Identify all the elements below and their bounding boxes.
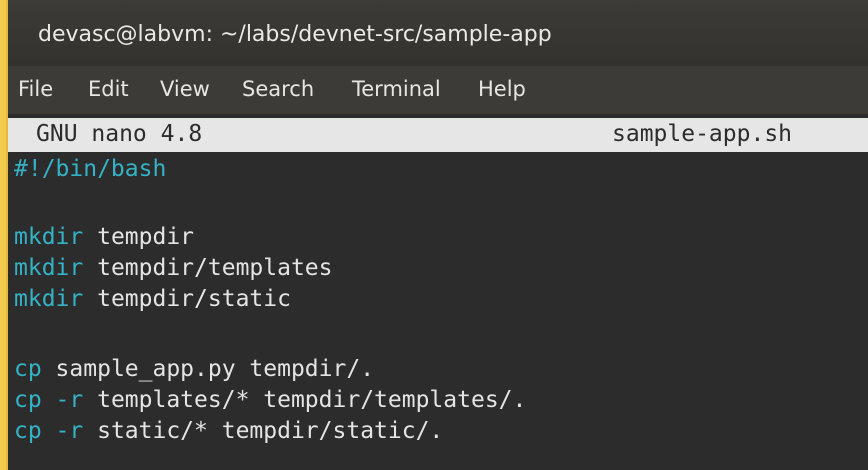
code-line: cp -r templates/* tempdir/templates/. [14, 385, 526, 415]
code-line: cp sample_app.py tempdir/. [14, 354, 374, 384]
code-line: mkdir tempdir [14, 222, 194, 252]
code-command: mkdir [14, 224, 84, 250]
menu-item-terminal[interactable]: Terminal [352, 77, 441, 101]
code-command: mkdir [14, 255, 84, 281]
menu-item-help[interactable]: Help [478, 77, 526, 101]
code-command: cp [14, 387, 42, 413]
code-args: templates/* tempdir/templates/. [83, 387, 527, 413]
terminal-window: devasc@labvm: ~/labs/devnet-src/sample-a… [6, 0, 868, 470]
nano-version: GNU nano 4.8 [36, 121, 203, 147]
menu-item-edit[interactable]: Edit [88, 77, 129, 101]
terminal-area[interactable]: GNU nano 4.8 sample-app.sh #!/bin/bash m… [8, 114, 868, 470]
code-line: mkdir tempdir/static [14, 284, 291, 314]
code-args: sample_app.py tempdir/. [41, 356, 375, 382]
code-flag: -r [41, 387, 84, 413]
nano-filename: sample-app.sh [612, 121, 793, 147]
code-args: tempdir/templates [83, 255, 333, 281]
code-command: mkdir [14, 286, 84, 312]
code-line: cp -r static/* tempdir/static/. [14, 416, 443, 446]
window-title: devasc@labvm: ~/labs/devnet-src/sample-a… [38, 22, 552, 47]
menu-bar: File Edit View Search Terminal Help [8, 66, 868, 114]
code-line: mkdir tempdir/templates [14, 253, 333, 283]
menu-item-file[interactable]: File [18, 77, 53, 101]
code-shebang-line: #!/bin/bash [14, 156, 167, 182]
code-args: tempdir/static [83, 286, 291, 312]
code-args: tempdir [83, 224, 195, 250]
code-command: cp [14, 356, 42, 382]
code-command: cp [14, 418, 42, 444]
nano-header-bar: GNU nano 4.8 sample-app.sh [8, 118, 868, 152]
code-flag: -r [41, 418, 84, 444]
code-args: static/* tempdir/static/. [83, 418, 444, 444]
window-titlebar[interactable]: devasc@labvm: ~/labs/devnet-src/sample-a… [8, 0, 868, 66]
menu-item-search[interactable]: Search [242, 77, 314, 101]
menu-item-view[interactable]: View [160, 77, 210, 101]
